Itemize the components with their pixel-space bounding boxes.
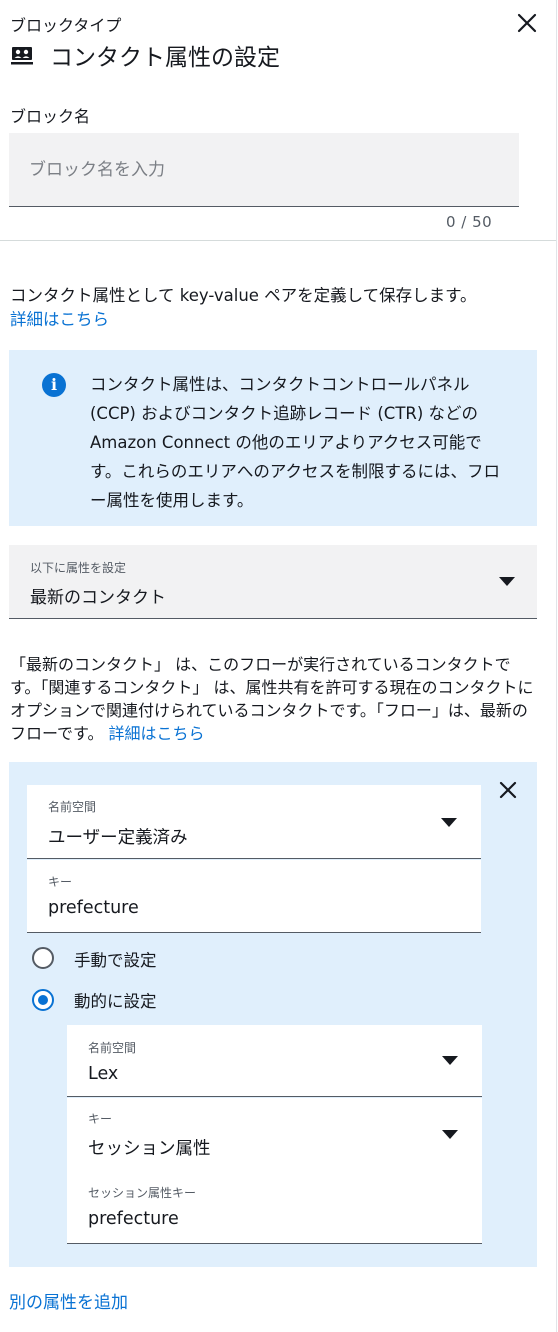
session-key-input[interactable]: prefecture	[88, 1209, 179, 1229]
info-text: コンタクト属性は、コンタクトコントロールパネル (CCP) およびコンタクト追跡…	[90, 375, 501, 510]
chevron-down-icon	[441, 818, 457, 827]
chevron-down-icon	[499, 577, 515, 586]
dynamic-key-label: キー	[88, 1112, 113, 1126]
dynamic-radio[interactable]	[32, 989, 54, 1011]
dynamic-radio-label: 動的に設定	[74, 992, 157, 1011]
divider	[0, 240, 556, 241]
remove-attribute-icon[interactable]	[497, 779, 519, 801]
contact-explanation: 「最新のコンタクト」 は、このフローが実行されているコンタクトです。「関連するコ…	[10, 653, 540, 745]
contact-card-icon	[10, 44, 34, 66]
set-attributes-on-label: 以下に属性を設定	[30, 561, 127, 575]
namespace-value: ユーザー定義済み	[48, 828, 188, 848]
session-key-label: セッション属性キー	[88, 1186, 197, 1200]
chevron-down-icon	[442, 1056, 458, 1065]
description-text: コンタクト属性として key-value ペアを定義して保存します。	[10, 286, 477, 305]
block-name-input[interactable]	[9, 133, 519, 207]
dynamic-key-value: セッション属性	[88, 1139, 211, 1159]
dynamic-key-group: キー セッション属性 セッション属性キー prefecture	[67, 1098, 482, 1244]
namespace-select[interactable]: 名前空間 ユーザー定義済み	[27, 785, 481, 859]
set-attributes-on-select[interactable]: 以下に属性を設定 最新のコンタクト	[9, 545, 537, 619]
add-attribute-link[interactable]: 別の属性を追加	[9, 1288, 128, 1313]
manual-radio[interactable]	[32, 947, 54, 969]
block-type-label: ブロックタイプ	[10, 16, 122, 35]
description: コンタクト属性として key-value ペアを定義して保存します。 詳細はこち…	[10, 284, 540, 332]
key-label: キー	[48, 875, 73, 889]
dynamic-namespace-select[interactable]: 名前空間 Lex	[67, 1025, 482, 1097]
learn-more-link-2[interactable]: 詳細はこちら	[109, 724, 205, 743]
namespace-label: 名前空間	[48, 800, 97, 814]
block-name-label: ブロック名	[10, 107, 91, 126]
chevron-down-icon	[442, 1130, 458, 1139]
dynamic-key-select[interactable]: キー セッション属性	[67, 1098, 482, 1170]
contact-explanation-text: 「最新のコンタクト」 は、このフローが実行されているコンタクトです。「関連するコ…	[10, 655, 534, 743]
block-name-counter: 0 / 50	[446, 213, 493, 231]
key-input[interactable]: キー prefecture	[27, 860, 481, 933]
key-value: prefecture	[48, 898, 139, 918]
set-attributes-on-value: 最新のコンタクト	[30, 588, 166, 608]
info-icon: i	[42, 373, 66, 397]
dynamic-namespace-value: Lex	[88, 1064, 119, 1084]
manual-radio-label: 手動で設定	[74, 951, 157, 970]
dynamic-namespace-label: 名前空間	[88, 1041, 137, 1055]
page-title: コンタクト属性の設定	[50, 45, 280, 71]
learn-more-link[interactable]: 詳細はこちら	[10, 310, 109, 329]
close-icon[interactable]	[514, 10, 540, 36]
panel-right-border	[556, 0, 557, 1332]
